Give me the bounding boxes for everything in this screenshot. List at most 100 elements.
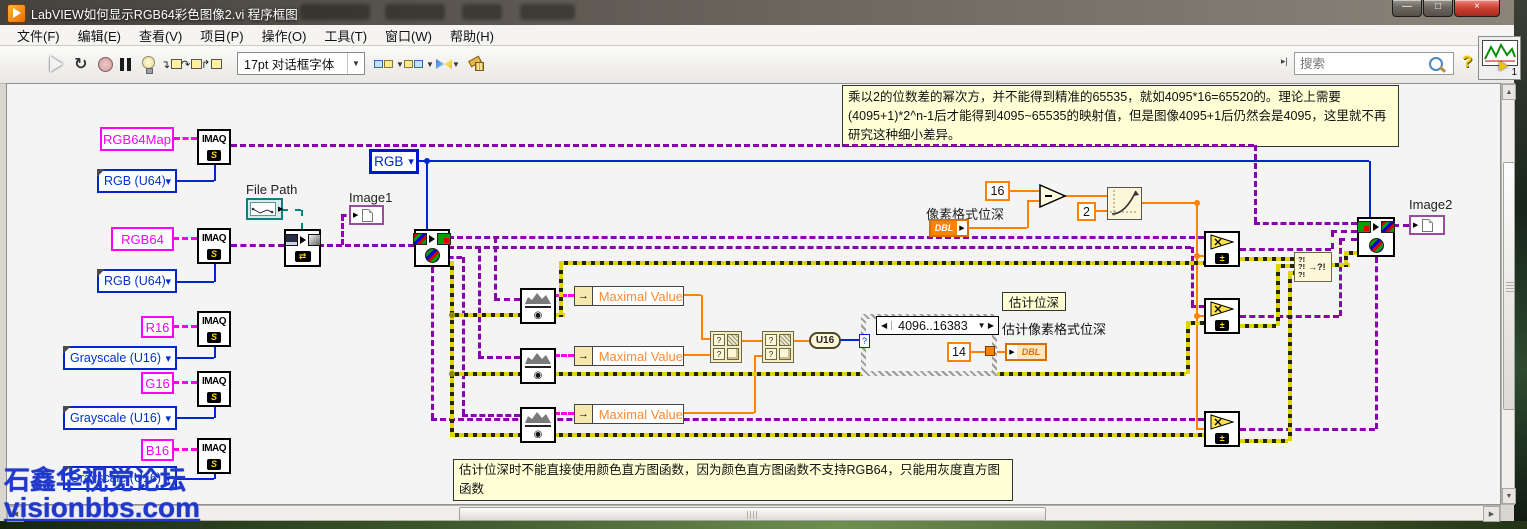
menu-file[interactable]: 文件(F) [8,26,69,45]
imaq-multiply-node-1[interactable]: ± [1204,231,1240,267]
est-pixel-depth-label: 估计像素格式位深 [1002,319,1106,338]
enum-grayscale-u16-1[interactable]: Grayscale (U16) [63,346,177,370]
context-help-icon[interactable]: ? [1462,52,1472,72]
string-constant-rgb64[interactable]: RGB64 [111,227,174,251]
run-button[interactable] [50,54,63,74]
wire-junction [449,371,455,377]
pixel-depth-dbl-control[interactable]: DBL ▶ [929,219,969,237]
imaq-create-node-5[interactable]: IMAQ S [197,438,231,474]
vertical-scroll-thumb[interactable] [1503,162,1515,410]
to-u16-conversion-node[interactable]: U16 [809,332,841,349]
align-objects-dropdown[interactable]: ▼ [374,54,404,74]
comment-top[interactable]: 乘以2的位数差的幂次方，并不能得到精准的65535，就如4095*16=6552… [842,85,1399,147]
highlight-execution-icon[interactable] [142,52,155,72]
multiply-triangle-icon [1210,301,1234,317]
cleanup-diagram-button[interactable] [468,54,484,74]
image2-indicator[interactable]: ▶ [1409,215,1445,235]
unbundle-maximal-value-3[interactable]: → Maximal Value [574,404,684,424]
file-path-control[interactable]: ▶ [246,198,283,220]
menu-tools[interactable]: 工具(T) [315,26,376,45]
desktop-background-bottom [0,521,1527,529]
reorder-dropdown[interactable]: ▼ [436,54,460,74]
string-constant-g16[interactable]: G16 [141,372,174,394]
step-over-button[interactable]: ↷ [181,54,202,74]
menu-help[interactable]: 帮助(H) [441,26,503,45]
numeric-constant-16[interactable]: 16 [985,181,1010,201]
constant-text: R16 [146,320,170,335]
search-input[interactable] [1295,56,1429,72]
string-constant-rgb64map[interactable]: RGB64Map [100,127,174,151]
toolbar-splitter-icon[interactable]: ▸| [1281,56,1288,67]
image1-indicator[interactable]: ▶ [349,205,384,225]
enum-grayscale-u16-2[interactable]: Grayscale (U16) [63,406,177,430]
imaq-histograph-node-3[interactable]: ◉ [520,407,556,443]
step-into-button[interactable]: ↴ [161,54,182,74]
search-icon[interactable] [1429,57,1443,71]
minimize-button[interactable]: — [1392,0,1422,17]
vertical-scrollbar[interactable]: ▲ ▼ [1501,83,1515,505]
control-arrow-icon: ▶ [278,205,283,213]
imaq-multiply-node-2[interactable]: ± [1204,298,1240,334]
menu-project[interactable]: 项目(P) [191,26,252,45]
vi-icon[interactable]: 1 [1478,36,1521,80]
imaq-multiply-node-3[interactable]: ± [1204,411,1240,447]
wire-enum [214,163,216,181]
wire-error [1276,266,1280,326]
subtract-node[interactable] [1039,184,1067,213]
run-continuously-button[interactable]: ↻ [74,54,87,74]
scroll-down-icon[interactable]: ▼ [1502,488,1516,504]
pause-button[interactable] [118,54,132,74]
numeric-constant-14[interactable]: 14 [947,342,971,362]
close-button[interactable]: × [1454,0,1500,17]
menu-view[interactable]: 查看(V) [130,26,191,45]
max-min-node-1[interactable]: ? ? [710,331,742,363]
imaq-readfile-node[interactable]: ⇄ [284,229,321,267]
est-pixel-depth-dbl-indicator[interactable]: ▶ DBL [1005,343,1047,361]
wire-image [1254,222,1357,225]
string-constant-b16[interactable]: B16 [141,439,174,461]
abort-button[interactable] [98,54,113,74]
error-in-icon: ?! [1298,271,1305,279]
scroll-right-icon[interactable]: ▶ [1483,506,1500,522]
imaq-replace-color-plane-node[interactable] [1357,217,1395,257]
menu-window[interactable]: 窗口(W) [376,26,441,45]
step-out-button[interactable]: ↱ [201,54,222,74]
imaq-histograph-node-1[interactable]: ◉ [520,288,556,324]
menu-operate[interactable]: 操作(O) [253,26,316,45]
case-selector[interactable]: 4096..16383 [876,316,999,335]
distribute-objects-dropdown[interactable]: ▼ [404,54,434,74]
imaq-create-node-1[interactable]: IMAQ S [197,129,231,165]
merge-errors-node[interactable]: ?! ?! ?! →?! [1294,252,1332,282]
case-tunnel [985,346,995,356]
comment-bottom[interactable]: 估计位深时不能直接使用颜色直方图函数，因为颜色直方图函数不支持RGB64，只能用… [453,459,1013,501]
imaq-create-node-4[interactable]: IMAQ S [197,371,231,407]
enum-rgb-u64-2[interactable]: RGB (U64) [97,269,177,293]
menu-edit[interactable]: 编辑(E) [69,26,130,45]
imaq-create-node-3[interactable]: IMAQ S [197,311,231,347]
est-depth-label[interactable]: 估计位深 [1002,292,1066,311]
imaq-extract-color-planes-node[interactable] [414,229,450,267]
block-diagram-canvas[interactable]: 乘以2的位数差的幂次方，并不能得到精准的65535，就如4095*16=6552… [6,83,1501,505]
vi-icon-index: 1 [1511,67,1517,78]
imaq-create-node-2[interactable]: IMAQ S [197,228,231,264]
unbundle-field-label: Maximal Value [593,347,683,365]
numeric-constant-2[interactable]: 2 [1077,202,1096,221]
rgb-combo-constant[interactable]: RGB [369,149,419,174]
wire-numeric [683,294,701,296]
imaq-lightning-icon: S [207,150,221,161]
string-constant-r16[interactable]: R16 [141,316,174,338]
wire-image-plane1 [448,236,1204,239]
restore-button[interactable]: □ [1423,0,1453,17]
floppy-icon [285,234,298,246]
unbundle-maximal-value-2[interactable]: → Maximal Value [574,346,684,366]
power-of-x-node[interactable] [1107,187,1142,220]
font-selector[interactable]: 17pt 对话框字体▼ [237,52,365,75]
scroll-up-icon[interactable]: ▲ [1502,84,1516,100]
horizontal-scrollbar[interactable]: ◀ ▶ [6,505,1501,521]
max-min-node-2[interactable]: ? ? [762,331,794,363]
horizontal-scroll-thumb[interactable] [459,507,1046,521]
imaq-histograph-node-2[interactable]: ◉ [520,348,556,384]
imaq-label: IMAQ [202,316,226,327]
unbundle-maximal-value-1[interactable]: → Maximal Value [574,286,684,306]
enum-rgb-u64-1[interactable]: RGB (U64) [97,169,177,193]
